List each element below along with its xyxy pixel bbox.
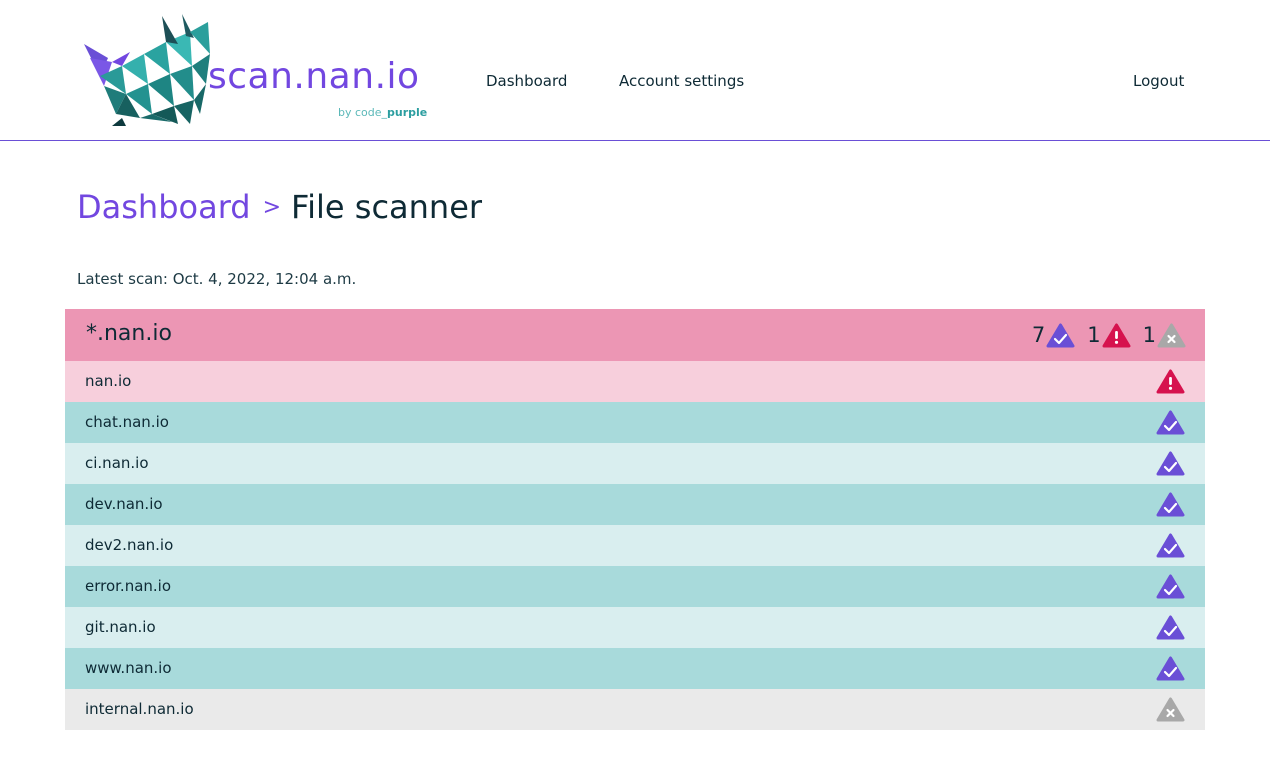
subdomain-name: internal.nan.io bbox=[85, 700, 194, 718]
nav-dashboard-link[interactable]: Dashboard bbox=[486, 72, 567, 90]
error-count: 1 bbox=[1142, 323, 1156, 347]
breadcrumb-separator: > bbox=[262, 195, 282, 220]
table-row[interactable]: git.nan.io bbox=[65, 607, 1205, 648]
logo-wordmark: scan.nan.io bbox=[208, 56, 420, 97]
breadcrumb-dashboard-link[interactable]: Dashboard bbox=[77, 188, 251, 226]
subdomain-name: git.nan.io bbox=[85, 618, 156, 636]
nav-logout-link[interactable]: Logout bbox=[1133, 72, 1184, 90]
table-row[interactable]: dev.nan.io bbox=[65, 484, 1205, 525]
table-row[interactable]: dev2.nan.io bbox=[65, 525, 1205, 566]
subdomain-name: nan.io bbox=[85, 372, 132, 390]
scan-results-table: *.nan.io 7 1 1 nan.io chat.nan.io ci.nan… bbox=[65, 309, 1205, 730]
page-title: File scanner bbox=[291, 188, 483, 226]
warning-icon bbox=[1102, 323, 1131, 347]
check-icon[interactable] bbox=[1156, 491, 1185, 518]
error-summary: 1 bbox=[1143, 322, 1186, 349]
check-icon[interactable] bbox=[1156, 532, 1185, 559]
table-row[interactable]: ci.nan.io bbox=[65, 443, 1205, 484]
nav-account-settings-link[interactable]: Account settings bbox=[619, 72, 744, 90]
error-icon[interactable] bbox=[1156, 696, 1185, 723]
check-icon[interactable] bbox=[1156, 409, 1185, 436]
table-row[interactable]: internal.nan.io bbox=[65, 689, 1205, 730]
logo-byline: by code_purple bbox=[338, 106, 428, 119]
warning-summary: 1 bbox=[1087, 322, 1131, 349]
check-icon[interactable] bbox=[1156, 573, 1185, 600]
check-icon[interactable] bbox=[1156, 450, 1185, 477]
subdomain-name: ci.nan.io bbox=[85, 454, 149, 472]
subdomain-name: dev.nan.io bbox=[85, 495, 163, 513]
latest-scan-timestamp: Latest scan: Oct. 4, 2022, 12:04 a.m. bbox=[77, 270, 357, 288]
table-row[interactable]: nan.io bbox=[65, 361, 1205, 402]
ok-count: 7 bbox=[1031, 323, 1046, 347]
warning-count: 1 bbox=[1087, 323, 1101, 347]
logo-brand-text: purple bbox=[387, 106, 428, 119]
domain-name: *.nan.io bbox=[86, 321, 172, 346]
domain-group-header[interactable]: *.nan.io 7 1 1 bbox=[65, 309, 1205, 361]
check-icon bbox=[1046, 323, 1075, 347]
top-header: scan.nan.io by code_purple Dashboard Acc… bbox=[0, 0, 1270, 141]
table-row[interactable]: error.nan.io bbox=[65, 566, 1205, 607]
logo[interactable]: scan.nan.io by code_purple bbox=[82, 14, 427, 128]
subdomain-name: chat.nan.io bbox=[85, 413, 169, 431]
table-row[interactable]: chat.nan.io bbox=[65, 402, 1205, 443]
error-icon bbox=[1157, 323, 1186, 347]
table-row[interactable]: www.nan.io bbox=[65, 648, 1205, 689]
subdomain-name: dev2.nan.io bbox=[85, 536, 174, 554]
check-icon[interactable] bbox=[1156, 655, 1185, 682]
rhino-logo-icon bbox=[84, 14, 210, 126]
warning-icon[interactable] bbox=[1156, 368, 1185, 395]
breadcrumb: Dashboard > File scanner bbox=[77, 188, 482, 232]
check-icon[interactable] bbox=[1156, 614, 1185, 641]
ok-summary: 7 bbox=[1032, 322, 1075, 349]
status-summary: 7 1 1 bbox=[1020, 321, 1186, 349]
subdomain-name: www.nan.io bbox=[85, 659, 172, 677]
logo-by-text: by code bbox=[338, 106, 382, 119]
subdomain-name: error.nan.io bbox=[85, 577, 172, 595]
